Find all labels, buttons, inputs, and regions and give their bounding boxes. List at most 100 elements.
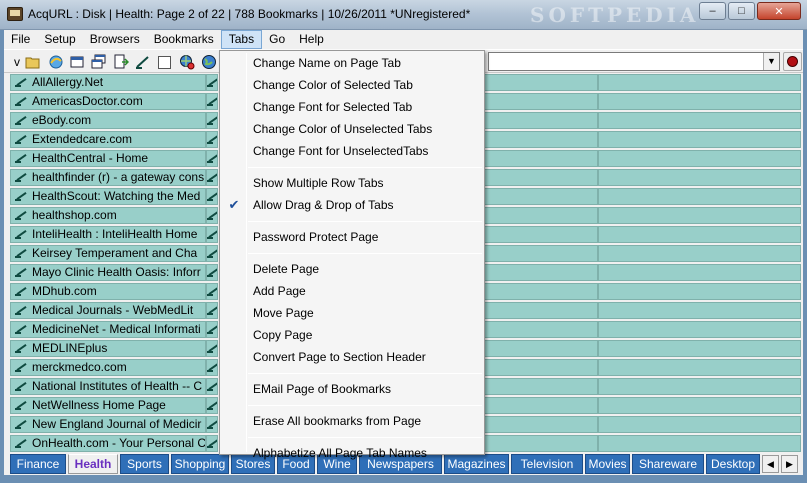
empty-bookmark-slot[interactable] [598, 397, 801, 414]
bookmark-item-partial[interactable] [206, 207, 218, 224]
bookmark-item-partial[interactable] [206, 264, 218, 281]
menu-item-change-color-of-selected-tab[interactable]: Change Color of Selected Tab [253, 75, 413, 95]
menu-item-delete-page[interactable]: Delete Page [253, 259, 319, 279]
minimize-button[interactable]: – [699, 2, 726, 20]
bookmark-item-partial[interactable] [206, 188, 218, 205]
close-button[interactable]: ✕ [757, 2, 801, 20]
bookmark-item-partial[interactable] [206, 74, 218, 91]
bookmark-pen-icon[interactable] [135, 54, 151, 70]
menu-item-change-color-of-unselected-tabs[interactable]: Change Color of Unselected Tabs [253, 119, 432, 139]
menu-browsers[interactable]: Browsers [83, 30, 147, 49]
bookmark-item-partial[interactable] [206, 226, 218, 243]
bookmark-item[interactable]: merckmedco.com [10, 359, 206, 376]
menu-item-allow-drag-drop-of-tabs[interactable]: Allow Drag & Drop of Tabs [253, 195, 394, 215]
empty-bookmark-slot[interactable] [598, 435, 801, 452]
export-icon[interactable] [113, 54, 129, 70]
bookmark-item-partial[interactable] [206, 93, 218, 110]
open-folder-icon[interactable] [25, 54, 41, 70]
empty-bookmark-slot[interactable] [598, 340, 801, 357]
bookmark-item-partial[interactable] [206, 416, 218, 433]
page-tab-television[interactable]: Television [511, 454, 583, 474]
globe-icon[interactable] [201, 54, 217, 70]
empty-bookmark-slot[interactable] [598, 302, 801, 319]
empty-bookmark-slot[interactable] [598, 131, 801, 148]
bookmark-item[interactable]: eBody.com [10, 112, 206, 129]
record-button[interactable] [783, 52, 802, 71]
globe-search-icon[interactable] [179, 54, 195, 70]
url-combobox[interactable]: ▼ [488, 52, 780, 71]
tabs-scroll-left-button[interactable]: ◀ [762, 455, 779, 473]
page-tab-health[interactable]: Health [68, 454, 118, 474]
bookmark-item[interactable]: healthshop.com [10, 207, 206, 224]
page-tab-finance[interactable]: Finance [10, 454, 66, 474]
maximize-button[interactable]: □ [728, 2, 755, 20]
view-dropdown-label[interactable]: v [9, 54, 25, 70]
bookmark-item[interactable]: Extendedcare.com [10, 131, 206, 148]
app-icon[interactable] [7, 7, 23, 21]
menu-bookmarks[interactable]: Bookmarks [147, 30, 221, 49]
bookmark-item[interactable]: HealthCentral - Home [10, 150, 206, 167]
menu-file[interactable]: File [4, 30, 37, 49]
bookmark-item[interactable]: MDhub.com [10, 283, 206, 300]
bookmark-item[interactable]: AmericasDoctor.com [10, 93, 206, 110]
bookmark-item-partial[interactable] [206, 112, 218, 129]
bookmark-item[interactable]: NetWellness Home Page [10, 397, 206, 414]
bookmark-item[interactable]: Medical Journals - WebMedLit [10, 302, 206, 319]
empty-bookmark-slot[interactable] [598, 150, 801, 167]
tabs-scroll-right-button[interactable]: ▶ [781, 455, 798, 473]
page-tab-sports[interactable]: Sports [120, 454, 169, 474]
menu-tabs[interactable]: Tabs [220, 30, 263, 49]
menu-item-password-protect-page[interactable]: Password Protect Page [253, 227, 378, 247]
bookmark-item-partial[interactable] [206, 378, 218, 395]
empty-bookmark-slot[interactable] [598, 93, 801, 110]
menu-item-move-page[interactable]: Move Page [253, 303, 314, 323]
bookmark-item-partial[interactable] [206, 321, 218, 338]
bookmark-item-partial[interactable] [206, 302, 218, 319]
empty-bookmark-slot[interactable] [598, 226, 801, 243]
empty-bookmark-slot[interactable] [598, 169, 801, 186]
empty-bookmark-slot[interactable] [598, 359, 801, 376]
bookmark-item-partial[interactable] [206, 245, 218, 262]
checkbox-icon[interactable] [156, 54, 172, 70]
empty-bookmark-slot[interactable] [598, 264, 801, 281]
windows-stack-icon[interactable] [91, 54, 107, 70]
menu-item-show-multiple-row-tabs[interactable]: Show Multiple Row Tabs [253, 173, 384, 193]
empty-bookmark-slot[interactable] [598, 112, 801, 129]
bookmark-item-partial[interactable] [206, 283, 218, 300]
windows-icon[interactable] [70, 54, 86, 70]
menu-item-change-name-on-page-tab[interactable]: Change Name on Page Tab [253, 53, 401, 73]
bookmark-item[interactable]: HealthScout: Watching the Med [10, 188, 206, 205]
bookmark-item-partial[interactable] [206, 150, 218, 167]
chevron-down-icon[interactable]: ▼ [763, 53, 779, 70]
browser-icon[interactable] [48, 54, 64, 70]
menu-item-change-font-for-selected-tab[interactable]: Change Font for Selected Tab [253, 97, 412, 117]
bookmark-item-partial[interactable] [206, 340, 218, 357]
bookmark-item[interactable]: AllAllergy.Net [10, 74, 206, 91]
page-tab-desktop[interactable]: Desktop [706, 454, 760, 474]
menu-item-copy-page[interactable]: Copy Page [253, 325, 312, 345]
empty-bookmark-slot[interactable] [598, 321, 801, 338]
bookmark-item-partial[interactable] [206, 397, 218, 414]
bookmark-item[interactable]: healthfinder (r) - a gateway cons [10, 169, 206, 186]
menu-item-erase-all-bookmarks-from-page[interactable]: Erase All bookmarks from Page [253, 411, 421, 431]
bookmark-item-partial[interactable] [206, 169, 218, 186]
empty-bookmark-slot[interactable] [598, 74, 801, 91]
menu-item-alphabetize-all-page-tab-names[interactable]: Alphabetize All Page Tab Names [253, 443, 427, 463]
bookmark-item[interactable]: InteliHealth : InteliHealth Home [10, 226, 206, 243]
menu-help[interactable]: Help [292, 30, 331, 49]
bookmark-item[interactable]: Mayo Clinic Health Oasis: Inforr [10, 264, 206, 281]
bookmark-item[interactable]: MEDLINEplus [10, 340, 206, 357]
bookmark-item[interactable]: OnHealth.com - Your Personal C [10, 435, 206, 452]
menu-item-email-page-of-bookmarks[interactable]: EMail Page of Bookmarks [253, 379, 391, 399]
menu-item-add-page[interactable]: Add Page [253, 281, 306, 301]
empty-bookmark-slot[interactable] [598, 378, 801, 395]
bookmark-item[interactable]: Keirsey Temperament and Cha [10, 245, 206, 262]
menu-item-convert-page-to-section-header[interactable]: Convert Page to Section Header [253, 347, 426, 367]
bookmark-item[interactable]: MedicineNet - Medical Informati [10, 321, 206, 338]
bookmark-item-partial[interactable] [206, 359, 218, 376]
empty-bookmark-slot[interactable] [598, 416, 801, 433]
bookmark-item[interactable]: New England Journal of Medicir [10, 416, 206, 433]
bookmark-item-partial[interactable] [206, 131, 218, 148]
empty-bookmark-slot[interactable] [598, 283, 801, 300]
empty-bookmark-slot[interactable] [598, 188, 801, 205]
